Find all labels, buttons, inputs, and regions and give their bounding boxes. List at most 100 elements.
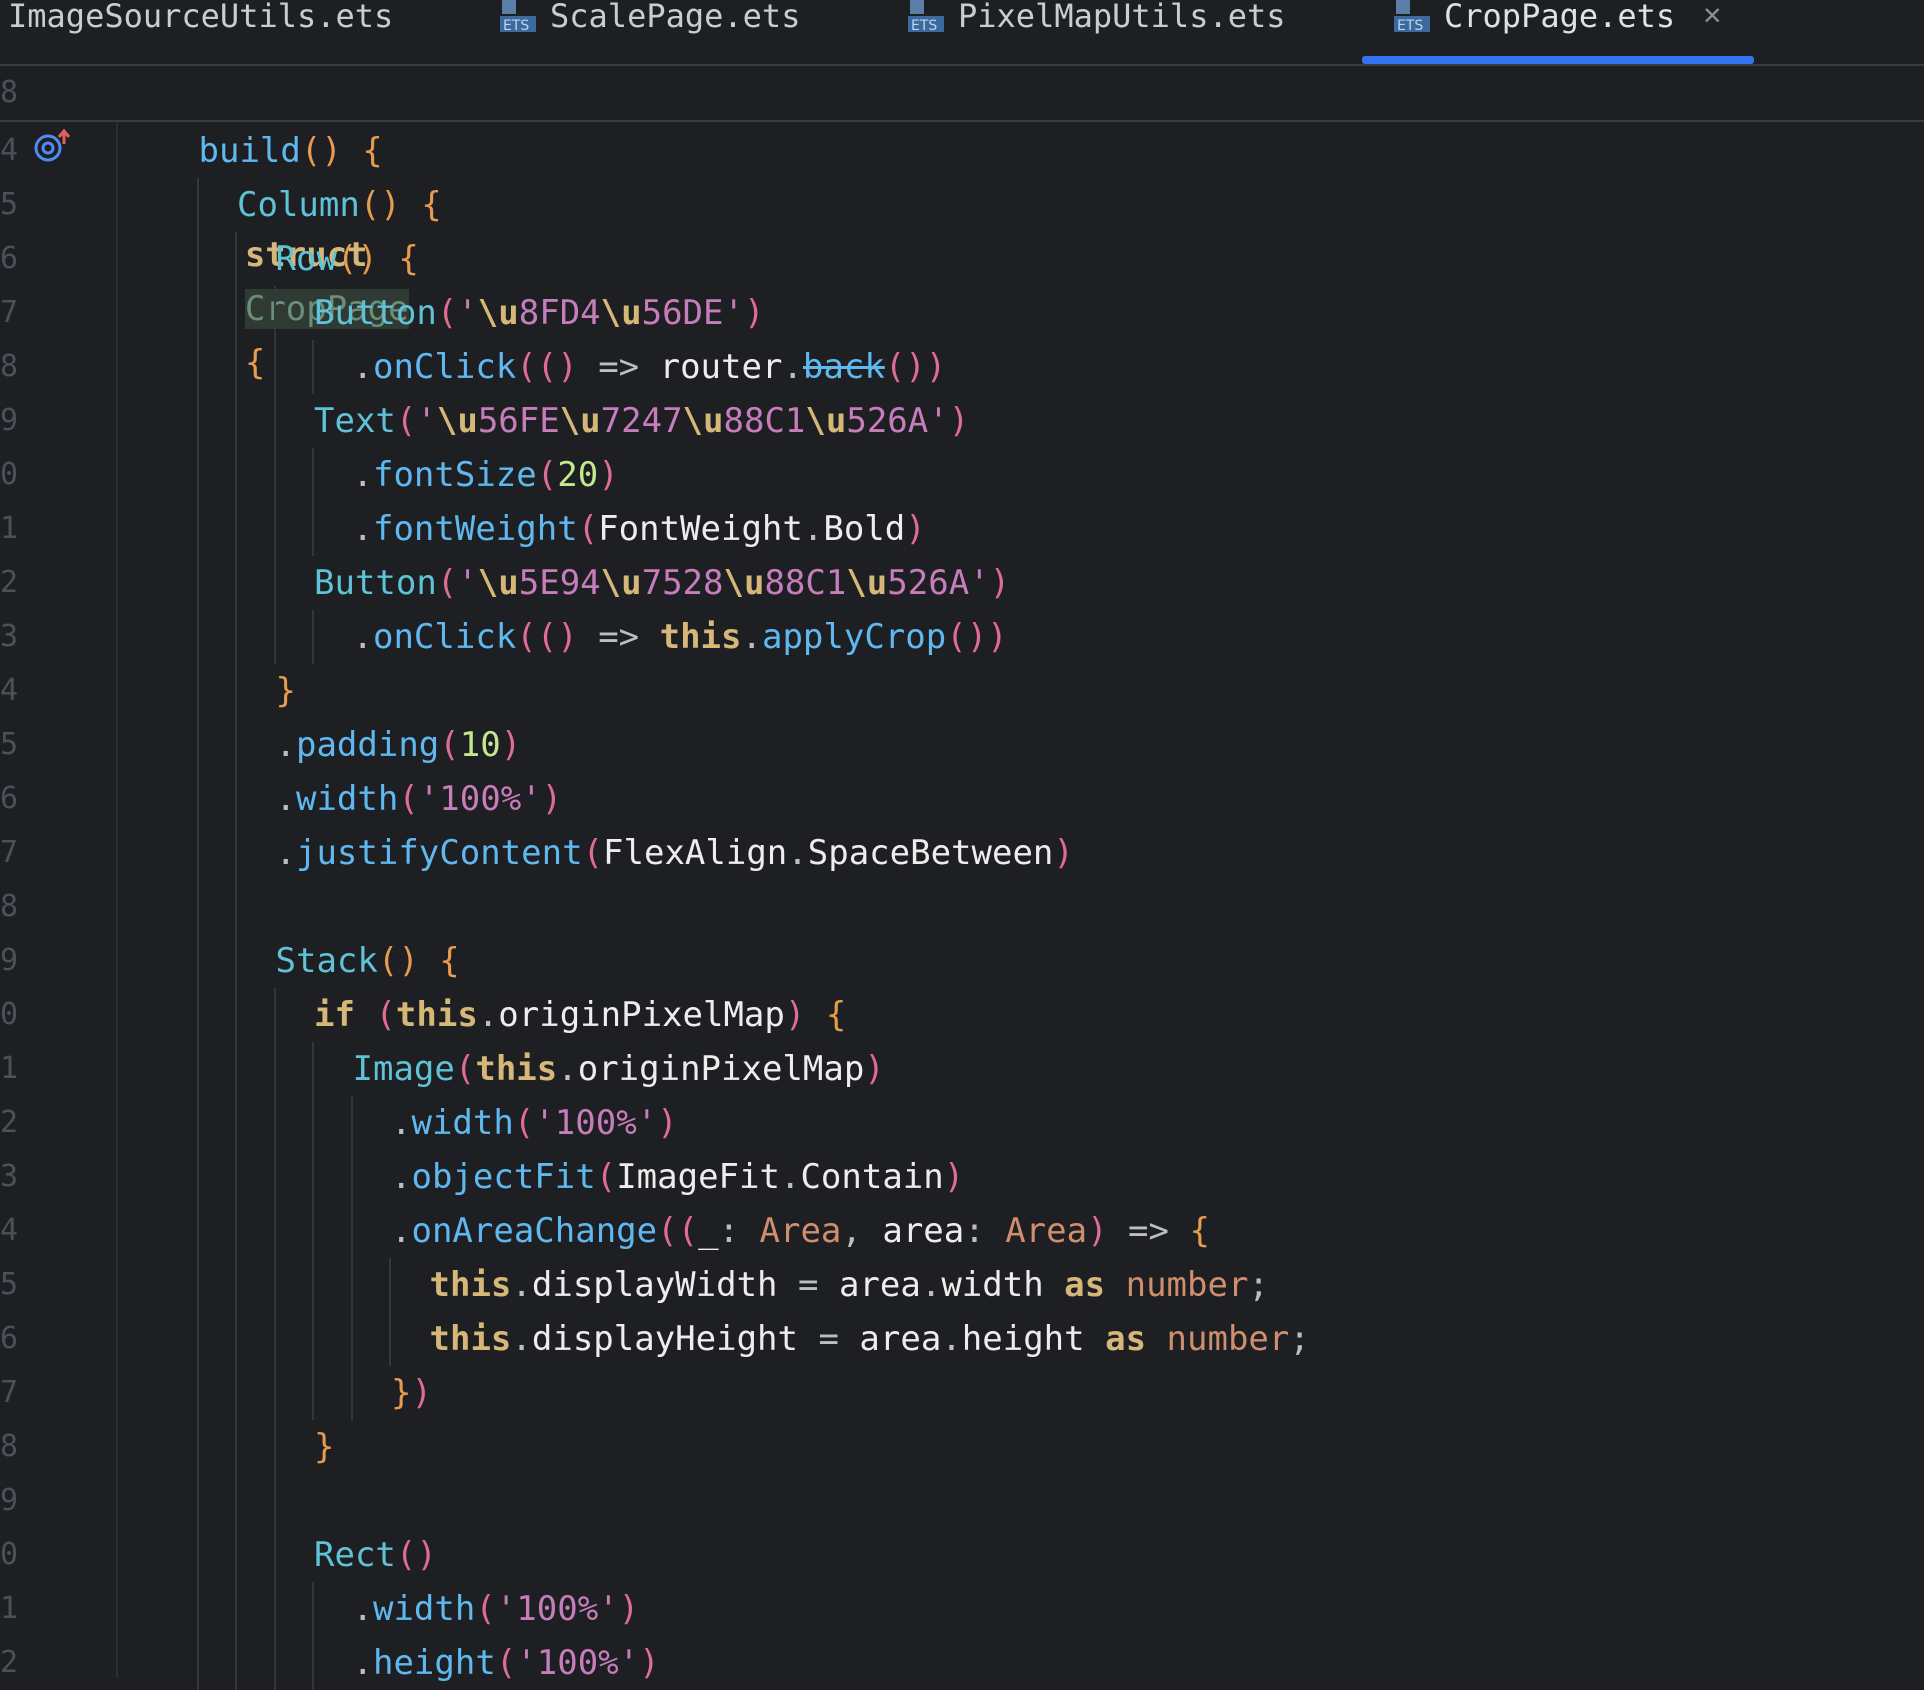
indent-guide	[273, 502, 276, 556]
code-token: .	[352, 617, 373, 657]
code-token: \u	[477, 563, 519, 603]
code-token: =>	[577, 617, 660, 657]
code-token: \u	[436, 401, 478, 441]
code-token: .	[352, 1589, 373, 1629]
code-token: ())	[884, 347, 947, 387]
indent-guide	[196, 988, 199, 1042]
code-token: (	[436, 563, 458, 603]
indent-guide	[196, 340, 199, 394]
code-token: \u	[682, 401, 724, 441]
code-token: )	[989, 563, 1011, 603]
indent-guide	[273, 1150, 276, 1204]
indent-guide	[196, 826, 199, 880]
indent-guide	[196, 448, 199, 502]
line-number: 5	[0, 727, 19, 762]
code-token: )	[1053, 833, 1074, 873]
code-editor[interactable]: 4 build() {5 Column() {6 Row() {7 Button('\u…	[0, 0, 1924, 1690]
code-token: .	[352, 347, 373, 387]
code-token: (	[495, 1643, 517, 1683]
code-token: ((	[657, 1211, 699, 1251]
code-token: onClick	[372, 617, 517, 657]
line-number: 1	[0, 1051, 19, 1086]
code-token: router	[659, 347, 783, 387]
code-line: 5 this.displayWidth = area.width as numbe…	[0, 1258, 1924, 1312]
indent-guide	[273, 1474, 276, 1528]
code-line: 0 if (this.originPixelMap) {	[0, 988, 1924, 1042]
code-line: 7 .justifyContent(FlexAlign.SpaceBetween)	[0, 826, 1924, 880]
code-token: '100%'	[516, 1643, 640, 1683]
code-token: (	[536, 455, 558, 495]
code-token: )	[639, 1643, 660, 1683]
code-token: }	[314, 1427, 335, 1467]
code-token: applyCrop	[761, 617, 947, 657]
code-token: Bold	[823, 509, 906, 549]
code-token: \u	[846, 563, 888, 603]
code-token: 56DE	[641, 293, 724, 333]
indent-guide	[196, 1420, 199, 1474]
code-token: ()	[359, 185, 401, 225]
code-token: .	[352, 509, 373, 549]
indent-guide	[235, 610, 237, 664]
indent-guide	[273, 286, 276, 340]
code-line: 6 .width('100%')	[0, 772, 1924, 826]
code-token: .	[391, 1103, 412, 1143]
indent-guide	[235, 1582, 237, 1636]
code-line: 2 .height('100%')	[0, 1636, 1924, 1690]
indent-guide	[235, 1528, 237, 1582]
indent-guide	[312, 340, 314, 394]
code-token: .	[779, 1157, 801, 1197]
indent-guide	[196, 1096, 199, 1150]
code-token: ImageFit	[616, 1157, 780, 1197]
code-token: .	[920, 1265, 942, 1305]
indent-guide	[196, 610, 199, 664]
code-token: (	[436, 293, 458, 333]
code-token: {	[1189, 1211, 1210, 1251]
code-token: )	[905, 509, 926, 549]
code-token: Rect	[314, 1535, 396, 1575]
code-token: number	[1125, 1265, 1249, 1305]
code-token: (	[375, 995, 396, 1035]
code-token: displayHeight	[531, 1319, 798, 1359]
line-number: 9	[0, 943, 19, 978]
indent-guide	[235, 1474, 237, 1528]
code-token: :	[964, 1211, 1006, 1251]
indent-guide	[196, 232, 199, 286]
indent-guide	[196, 1366, 199, 1420]
code-token: \u	[805, 401, 847, 441]
code-token: {	[362, 131, 383, 171]
code-line: 8}	[0, 1420, 1924, 1474]
code-token: 526A	[887, 563, 970, 603]
code-token: Text	[314, 401, 396, 441]
indent-guide	[196, 178, 199, 232]
indent-guide	[312, 1258, 314, 1312]
code-token: area	[882, 1211, 965, 1251]
code-token: '100%'	[534, 1103, 658, 1143]
code-token: Button	[314, 293, 437, 333]
code-token: }	[391, 1373, 412, 1413]
code-token: 88C1	[723, 401, 806, 441]
code-token: )	[1087, 1211, 1108, 1251]
code-token: 10	[459, 725, 501, 765]
code-token: this	[659, 617, 742, 657]
code-token: this	[429, 1319, 512, 1359]
indent-guide	[196, 1204, 199, 1258]
code-token: Image	[352, 1049, 455, 1089]
code-token: FontWeight	[598, 509, 803, 549]
code-token: .	[352, 1643, 373, 1683]
code-token: area	[838, 1265, 921, 1305]
code-token: ()	[395, 1535, 437, 1575]
indent-guide	[196, 880, 199, 934]
indent-guide	[312, 610, 314, 664]
indent-guide	[312, 448, 314, 502]
code-token: ;	[1248, 1265, 1269, 1305]
code-token: )	[557, 617, 578, 657]
code-token: (	[513, 1103, 535, 1143]
indent-guide	[196, 394, 199, 448]
code-token: number	[1166, 1319, 1290, 1359]
line-number: 4	[0, 133, 19, 168]
code-line: 7 Button('\u8FD4\u56DE')	[0, 286, 1924, 340]
indent-guide	[235, 664, 237, 718]
